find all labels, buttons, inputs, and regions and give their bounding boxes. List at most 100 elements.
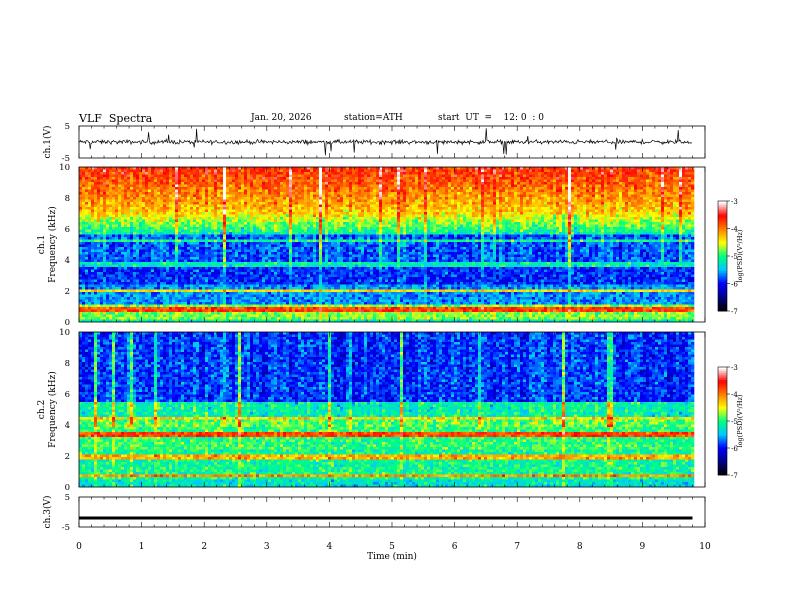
spectrogram-cell [190,180,193,183]
spectrogram-cell [619,217,622,220]
spectrogram-cell [457,210,460,213]
spectrogram-cell [424,200,427,203]
spectrogram-cell [88,197,91,200]
spectrogram-cell [601,192,604,195]
spectrogram-cell [469,197,472,200]
spectrogram-cell [511,225,514,228]
spectrogram-cell [421,215,424,218]
spectrogram-cell [631,190,634,193]
spectrogram-cell [412,182,415,185]
spectrogram-cell [136,187,139,190]
spectrogram-cell [247,212,250,215]
spectrogram-cell [265,207,268,210]
spectrogram-cell [268,182,271,185]
spectrogram-cell [634,220,637,223]
spectrogram-cell [283,205,286,208]
spectrogram-cell [640,177,643,180]
spectrogram-cell [415,205,418,208]
spectrogram-cell [598,200,601,203]
spectrogram-cell [184,215,187,218]
spectrogram-cell [667,220,670,223]
spectrogram-cell [316,212,319,215]
spectrogram-cell [454,175,457,178]
spectrogram-cell [607,220,610,223]
spectrogram-cell [298,190,301,193]
spectrogram-cell [151,207,154,210]
spectrogram-cell [541,210,544,213]
spectrogram-cell [94,187,97,190]
spectrogram-cell [268,212,271,215]
spectrogram-cell [535,180,538,183]
spectrogram-cell [616,185,619,188]
spectrogram-cell [229,217,232,220]
spectrogram-cell [172,170,175,173]
spectrogram-cell [397,192,400,195]
spectrogram-cell [124,217,127,220]
spectrogram-cell [403,170,406,173]
spectrogram-cell [403,187,406,190]
spectrogram-cell [235,185,238,188]
spectrogram-cell [217,187,220,190]
spectrogram-cell [559,182,562,185]
spectrogram-cell [451,215,454,218]
spectrogram-cell [604,185,607,188]
spectrogram-cell [442,167,445,170]
spectrogram-cell [103,192,106,195]
spectrogram-cell [151,187,154,190]
spectrogram-cell [256,212,259,215]
spectrogram-cell [517,200,520,203]
spectrogram-cell [655,182,658,185]
spectrogram-cell [673,187,676,190]
spectrogram-cell [163,175,166,178]
spectrogram-cell [643,172,646,175]
spectrogram-cell [451,180,454,183]
spectrogram-cell [241,190,244,193]
spectrogram-cell [493,182,496,185]
spectrogram-cell [337,197,340,200]
spectrogram-cell [214,217,217,220]
spectrogram-cell [118,192,121,195]
spectrogram-cell [553,170,556,173]
spectrogram-cell [337,217,340,220]
spectrogram-cell [136,200,139,203]
spectrogram-cell [685,187,688,190]
spectrogram-cell [130,200,133,203]
spectrogram-cell [151,175,154,178]
spectrogram-cell [337,210,340,213]
spectrogram-cell [265,217,268,220]
spectrogram-cell [400,190,403,193]
spectrogram-cell [556,192,559,195]
spectrogram-cell [313,185,316,188]
spectrogram-cell [259,197,262,200]
spectrogram-cell [613,212,616,215]
spectrogram-cell [256,225,259,228]
spectrogram-cell [277,175,280,178]
spectrogram-cell [190,195,193,198]
spectrogram-cell [196,217,199,220]
spectrogram-cell [193,190,196,193]
spectrogram-cell [151,220,154,223]
spectrogram-cell [586,210,589,213]
spectrogram-cell [481,210,484,213]
spectrogram-cell [424,182,427,185]
spectrogram-cell [472,167,475,170]
spectrogram-cell [481,192,484,195]
spectrogram-cell [466,195,469,198]
spectrogram-cell [466,212,469,215]
spectrogram-cell [169,167,172,170]
spectrogram-cell [379,202,382,205]
spectrogram-cell [79,220,82,223]
spectrogram-cell [271,190,274,193]
spectrogram-cell [376,192,379,195]
spectrogram-cell [691,212,694,215]
spectrogram-cell [550,212,553,215]
spectrogram-cell [283,197,286,200]
spectrogram-cell [172,220,175,223]
spectrogram-cell [349,207,352,210]
spectrogram-cell [211,187,214,190]
spectrogram-cell [106,210,109,213]
spectrogram-cell [532,225,535,228]
spectrogram-cell [418,212,421,215]
spectrogram-cell [445,205,448,208]
spectrogram-cell [595,172,598,175]
